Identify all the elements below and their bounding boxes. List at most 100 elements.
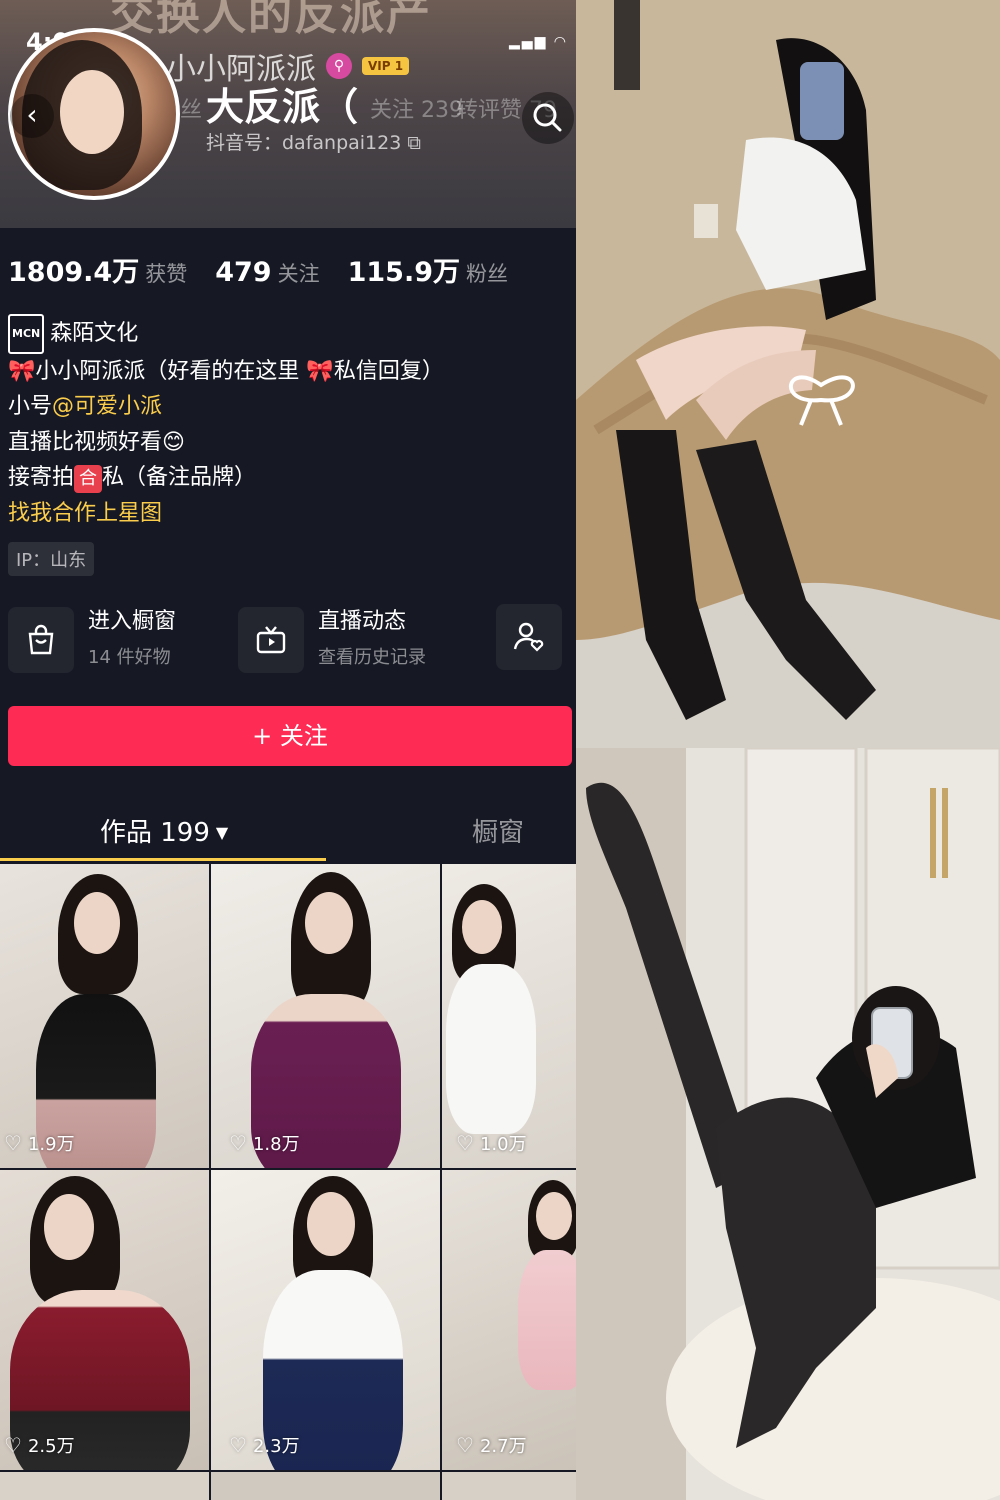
thumb-body [446,964,536,1134]
video-thumbnail[interactable]: ♡ 1.8万 [211,864,440,1168]
douyin-id[interactable]: 抖音号：dafanpai123 ⧉ [206,128,421,155]
star-map-link[interactable]: 找我合作上星图 [8,496,568,532]
stat-followers[interactable]: 115.9万 粉丝 [348,250,508,289]
like-count-text: 2.5万 [27,1436,75,1457]
tab-works-label: 作品 199 [100,818,210,848]
like-count: ♡ 1.9万 [4,1130,75,1156]
profile-header: 交换人的反派产 4:02 ▂▄▆ ◠ ‹ 丝 关注 239 转评赞 79 小小阿… [0,0,576,228]
bio-line-3: 直播比视频好看😊 [8,425,568,461]
ip-location-badge: IP：山东 [8,542,95,576]
signal-icon: ▂▄▆ ◠ [509,34,568,50]
tab-active-indicator [0,858,326,861]
mcn-badge: MCN [8,314,45,354]
like-count-text: 2.3万 [252,1436,300,1457]
stat-label: 获赞 [145,262,188,286]
tab-works[interactable]: 作品 199 ▼ [100,812,228,849]
avatar-face [60,70,124,154]
search-icon [533,103,562,132]
video-thumbnail[interactable]: ♡ 2.3万 [211,1170,440,1470]
like-count: ♡ 1.0万 [456,1130,527,1156]
like-count: ♡ 2.3万 [229,1432,300,1458]
stat-number: 115.9万 [347,257,460,288]
profile-bio: MCN 森陌文化 🎀小小阿派派（好看的在这里 🎀私信回复） 小号@可爱小派 直播比… [8,314,568,531]
thumb-head [536,1192,572,1240]
vip-badge: VIP 1 [362,57,410,75]
live-entry[interactable]: 直播动态 查看历史记录 [238,604,426,676]
live-entry-subtitle: 查看历史记录 [318,647,426,668]
like-count-text: 1.9万 [27,1134,75,1155]
bio-text: 小小阿派派（好看的在这里 [35,358,300,384]
copy-icon[interactable]: ⧉ [407,132,421,154]
stat-following[interactable]: 479 关注 [215,257,319,288]
like-count-text: 2.7万 [479,1436,527,1457]
search-button[interactable] [522,92,574,144]
thumb-head [307,1192,355,1256]
video-thumbnail[interactable]: ♡ 2.7万 [442,1170,576,1470]
heart-icon: ♡ [4,1433,22,1457]
chevron-left-icon: ‹ [26,98,38,131]
user-heart-icon [513,622,544,652]
mcn-name: 森陌文化 [50,321,139,346]
bio-text: 接寄拍 [8,465,75,490]
phone-shape [800,62,844,140]
stat-number: 479 [215,257,272,288]
stat-label: 粉丝 [465,262,508,286]
add-friend-button[interactable] [496,604,562,670]
like-count-text: 1.0万 [479,1134,527,1155]
profile-screen: 交换人的反派产 4:02 ▂▄▆ ◠ ‹ 丝 关注 239 转评赞 79 小小阿… [0,0,576,1500]
thumb-head [305,892,353,954]
shop-entry[interactable]: 进入橱窗 14 件好物 [8,604,176,676]
thumb-head [462,900,502,954]
video-grid: ♡ 1.9万 ♡ 1.8万 ♡ 1.0万 ♡ 2.5万 ♡ 2.3万 ♡ 2.7… [0,864,576,1500]
photo-top-illustration [576,0,1000,748]
photo-bottom-illustration [576,748,1000,1500]
shop-entry-title: 进入橱窗 [88,609,177,634]
thumb-head [74,892,120,954]
shop-entry-subtitle: 14 件好物 [88,647,171,668]
tv-icon [238,607,304,673]
mention-link[interactable]: @可爱小派 [52,394,162,419]
back-button[interactable]: ‹ [10,94,54,138]
video-thumbnail[interactable]: ♡ 1.0万 [442,864,576,1168]
stat-label: 关注 [277,262,320,286]
profile-stats: 1809.4万 获赞 479 关注 115.9万 粉丝 [8,250,508,289]
douyin-id-text: 抖音号：dafanpai123 [206,132,402,154]
bio-text: 直播比视频好看 [8,429,163,455]
bio-line-2: 小号@可爱小派 [8,389,568,425]
video-thumbnail[interactable] [0,1472,209,1500]
follow-button[interactable]: + 关注 [8,706,572,766]
smile-emoji-icon: 😊 [162,429,185,455]
ribbon-icon: 🎀 [306,358,334,384]
mcn-line[interactable]: MCN 森陌文化 [8,314,568,354]
nickname: 大反派（ [206,85,359,129]
profile-tabs: 作品 199 ▼ 橱窗 [0,800,576,862]
tab-shop[interactable]: 橱窗 [472,812,524,849]
stat-likes[interactable]: 1809.4万 获赞 [8,250,187,289]
like-count-text: 1.8万 [252,1134,300,1155]
video-thumbnail[interactable]: ♡ 2.5万 [0,1170,209,1470]
faded-stat: 丝 [180,98,203,123]
switch-plate [694,204,718,238]
thumb-head [44,1194,94,1260]
stat-number: 1809.4万 [8,257,140,288]
faded-stat: 关注 239 [370,98,463,123]
heart-icon: ♡ [229,1131,247,1155]
video-thumbnail[interactable] [211,1472,440,1500]
he-emoji-icon: 合 [74,465,103,493]
thumb-body [518,1250,576,1390]
bio-text: 私（备注品牌） [102,465,257,490]
bio-line-1: 🎀小小阿派派（好看的在这里 🎀私信回复） [8,354,568,390]
photo-top [576,0,1000,748]
header-banner-text: 交换人的反派产 [110,0,432,40]
ribbon-icon: 🎀 [8,358,36,384]
bio-text: 小号 [8,394,53,419]
heart-icon: ♡ [456,1131,474,1155]
like-count: ♡ 1.8万 [229,1130,300,1156]
video-thumbnail[interactable] [442,1472,576,1500]
video-thumbnail[interactable]: ♡ 1.9万 [0,864,209,1168]
frame-shape [614,0,640,90]
bio-text: 私信回复） [333,358,444,384]
caret-down-icon: ▼ [215,823,229,842]
photo-bottom [576,748,1000,1500]
heart-icon: ♡ [229,1433,247,1457]
